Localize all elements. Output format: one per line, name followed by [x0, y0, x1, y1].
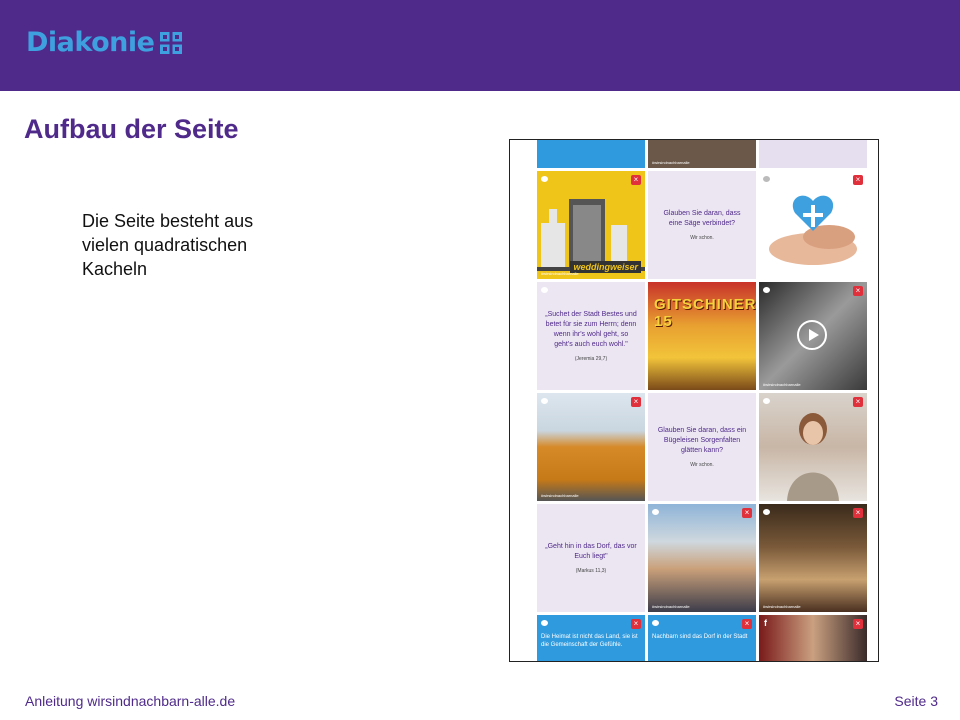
slide-title: Aufbau der Seite: [24, 114, 239, 144]
tile-quote-sub: Wir schon.: [690, 462, 714, 468]
tile-quote-sub: Wir schon.: [690, 235, 714, 241]
tile-blue-nachbarn[interactable]: × Nachbarn sind das Dorf in der Stadt: [648, 615, 756, 661]
gitschiner-label: GITSCHINER 15: [654, 296, 756, 330]
tile-quote-buegel[interactable]: Glauben Sie daran, dass ein Bügeleisen S…: [648, 393, 756, 501]
tile-blue-top: [537, 140, 645, 168]
tile-tag: #wirsindnachbarnalle: [763, 382, 801, 387]
close-icon[interactable]: ×: [853, 619, 863, 629]
tile-quote-text: Glauben Sie daran, dass ein Bügeleisen S…: [657, 427, 747, 454]
tile-video[interactable]: × #wirsindnachbarnalle: [759, 282, 867, 390]
slide-header: Diakonie: [0, 0, 960, 91]
comment-icon: [763, 509, 770, 515]
tile-selfie-photo[interactable]: × #wirsindnachbarnalle: [648, 504, 756, 612]
tile-quote-text: Glauben Sie daran, dass eine Säge verbin…: [663, 210, 741, 227]
footer-url: Anleitung wirsindnachbarn-alle.de: [25, 693, 236, 709]
slide-body-text: Die Seite besteht aus vielen quadratisch…: [82, 211, 254, 279]
tile-quote-dorf[interactable]: „Geht hin in das Dorf, das vor Euch lieg…: [537, 504, 645, 612]
tile-tag: #wirsindnachbarnalle: [652, 160, 690, 165]
close-icon[interactable]: ×: [853, 508, 863, 518]
comment-icon: [541, 620, 548, 626]
tile-quote-ref: (Markus 11,3): [575, 568, 607, 574]
comment-icon: [541, 398, 548, 404]
tile-dinner-photo[interactable]: × #wirsindnachbarnalle: [759, 504, 867, 612]
website-screenshot: #wirsindnachbarnalle × weddingweiser #wi…: [509, 139, 879, 662]
tile-photo-top: #wirsindnachbarnalle: [648, 140, 756, 168]
close-icon[interactable]: ×: [742, 619, 752, 629]
tile-blue-heimat[interactable]: × Die Heimat ist nicht das Land, sie ist…: [537, 615, 645, 661]
diakonie-logo: Diakonie: [26, 27, 183, 58]
tile-tag: #wirsindnachbarnalle: [652, 604, 690, 609]
tile-quote-text: „Suchet der Stadt Bestes und betet für s…: [545, 311, 637, 348]
close-icon[interactable]: ×: [631, 619, 641, 629]
close-icon[interactable]: ×: [631, 397, 641, 407]
comment-icon: [652, 620, 659, 626]
tile-blue-text: Die Heimat ist nicht das Land, sie ist d…: [541, 634, 638, 648]
tile-woman-photo[interactable]: ×: [759, 393, 867, 501]
tile-quote-jeremia[interactable]: „Suchet der Stadt Bestes und betet für s…: [537, 282, 645, 390]
tile-gitschiner[interactable]: GITSCHINER 15: [648, 282, 756, 390]
tile-building-photo[interactable]: × #wirsindnachbarnalle: [537, 393, 645, 501]
weddingweiser-label: weddingweiser: [570, 261, 641, 273]
tile-tag: #wirsindnachbarnalle: [763, 604, 801, 609]
tile-quote-saege[interactable]: Glauben Sie daran, dass eine Säge verbin…: [648, 171, 756, 279]
tile-weddingweiser[interactable]: × weddingweiser #wirsindnachbarnalle: [537, 171, 645, 279]
tile-tag: #wirsindnachbarnalle: [541, 271, 579, 276]
close-icon[interactable]: ×: [853, 286, 863, 296]
comment-icon: [541, 287, 548, 293]
comment-icon: [763, 287, 770, 293]
tile-blue-text: Nachbarn sind das Dorf in der Stadt: [652, 634, 748, 640]
tile-hands-logo[interactable]: ×: [759, 171, 867, 279]
close-icon[interactable]: ×: [742, 508, 752, 518]
comment-icon: [652, 509, 659, 515]
tile-lavender-top: [759, 140, 867, 168]
facebook-icon: f: [764, 618, 767, 628]
footer-page-number: Seite 3: [894, 693, 938, 709]
tile-room-photo[interactable]: f ×: [759, 615, 867, 661]
tile-tag: #wirsindnachbarnalle: [541, 493, 579, 498]
play-icon[interactable]: [797, 320, 827, 350]
tile-quote-ref: (Jeremia 29,7): [574, 356, 608, 362]
logo-text: Diakonie: [26, 27, 155, 58]
person-icon: [787, 413, 839, 501]
tile-grid: #wirsindnachbarnalle × weddingweiser #wi…: [537, 140, 867, 661]
tile-quote-text: „Geht hin in das Dorf, das vor Euch lieg…: [545, 543, 637, 560]
hands-heart-icon: [769, 195, 857, 265]
diakonie-cross-icon: [160, 32, 183, 54]
